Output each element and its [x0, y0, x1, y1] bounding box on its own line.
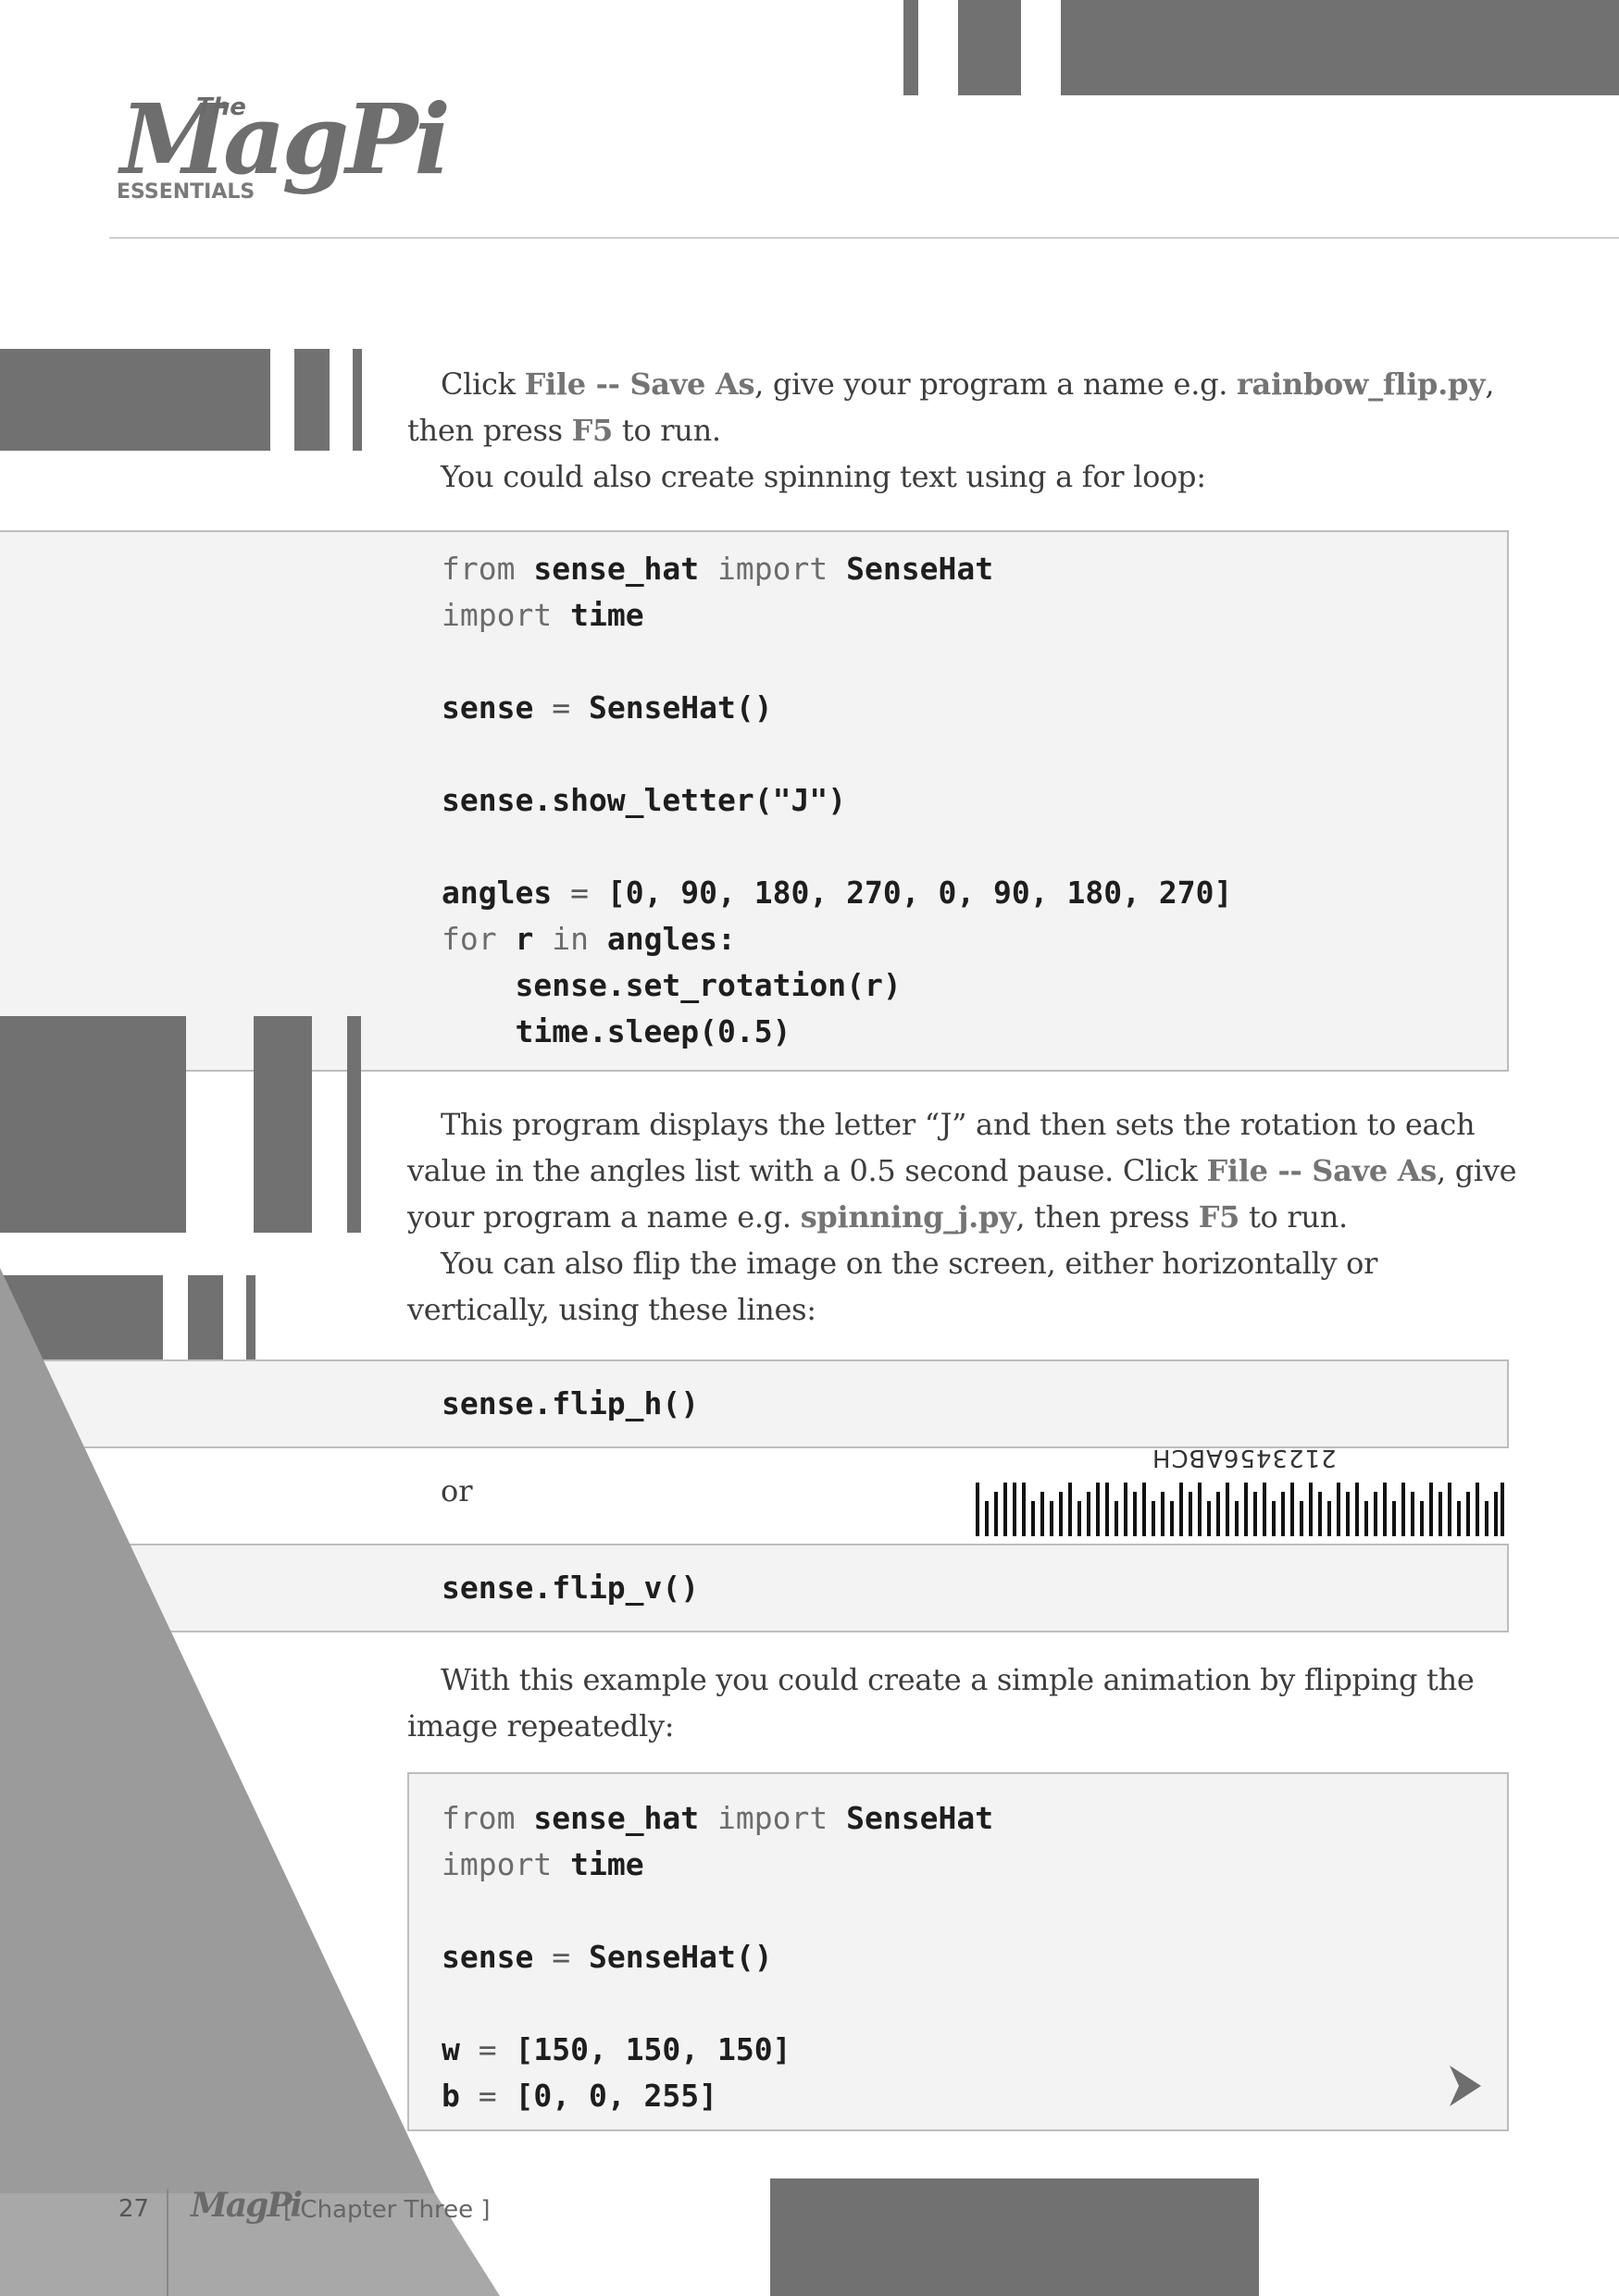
side-block-2b [254, 1016, 312, 1233]
code-line: from sense_hat import SenseHat [442, 1800, 994, 1836]
f5-highlight: F5 [1198, 1199, 1240, 1235]
file-save-as-highlight: File -- Save As [1206, 1153, 1437, 1188]
code-line: b = [0, 0, 255] [442, 2078, 718, 2114]
page-number: 27 [118, 2195, 150, 2223]
header-bar-wide [1061, 0, 1619, 95]
code-line: import time [442, 597, 644, 633]
footer-separator [167, 2189, 168, 2296]
side-block-2c [347, 1016, 361, 1233]
side-block-2a [0, 1016, 186, 1233]
logo-the: The [196, 93, 246, 121]
code-line: for r in angles: [442, 921, 736, 957]
animation-paragraph: With this example you could create a sim… [407, 1657, 1518, 1749]
save-instructions: Click File -- Save As, give your program… [407, 366, 1495, 448]
code-line: time.sleep(0.5) [442, 1013, 791, 1049]
code-line: w = [150, 150, 150] [442, 2031, 791, 2067]
code-flip-v-line: sense.flip_v() [442, 1570, 700, 1606]
code-line: sense.set_rotation(r) [442, 967, 902, 1003]
f5-highlight: F5 [571, 413, 614, 448]
logo-essentials: ESSENTIALS [117, 180, 255, 204]
code-line: angles = [0, 90, 180, 270, 0, 90, 180, 2… [442, 875, 1233, 911]
filename-highlight: rainbow_flip.py [1237, 366, 1486, 402]
code-line: sense.show_letter("J") [442, 782, 847, 818]
code-spinning-lines: from sense_hat import SenseHat import tim… [442, 546, 1232, 1055]
side-block-1c [353, 349, 362, 451]
header-divider [109, 237, 1619, 239]
or-label: or [441, 1473, 473, 1508]
file-save-as-highlight: File -- Save As [524, 366, 755, 402]
next-page-arrow-icon[interactable] [1446, 2064, 1483, 2108]
barcode-icon [976, 1483, 1504, 1536]
code-line: sense = SenseHat() [442, 689, 773, 726]
magpi-logo: MagPi The ESSENTIALS [111, 88, 451, 208]
filename-highlight: spinning_j.py [800, 1199, 1016, 1235]
footer-chapter: [ Chapter Three ] [283, 2196, 491, 2224]
code-line: from sense_hat import SenseHat [442, 551, 994, 587]
side-block-1a [0, 349, 270, 451]
code-animation-lines: from sense_hat import SenseHat import tim… [442, 1795, 993, 2119]
spinning-text-intro: You could also create spinning text usin… [441, 459, 1206, 494]
footer-block [770, 2178, 1259, 2296]
code-flip-h-line: sense.flip_h() [442, 1385, 700, 1421]
logo-name: MagPi [120, 82, 451, 196]
animation-intro: With this example you could create a sim… [407, 1662, 1475, 1744]
barcode-label: 2123456ABCH [1152, 1444, 1337, 1471]
header-bar-thin [903, 0, 918, 95]
rotation-explanation: This program displays the letter “J” and… [407, 1107, 1517, 1235]
flip-intro: You can also flip the image on the scree… [407, 1246, 1378, 1327]
explanation-paragraph: This program displays the letter “J” and… [407, 1101, 1518, 1333]
side-block-1b [294, 349, 330, 451]
header-bar-medium [958, 0, 1021, 95]
code-line: import time [442, 1846, 644, 1882]
code-line: sense = SenseHat() [442, 1939, 773, 1975]
intro-paragraph: Click File -- Save As, give your program… [407, 361, 1518, 500]
